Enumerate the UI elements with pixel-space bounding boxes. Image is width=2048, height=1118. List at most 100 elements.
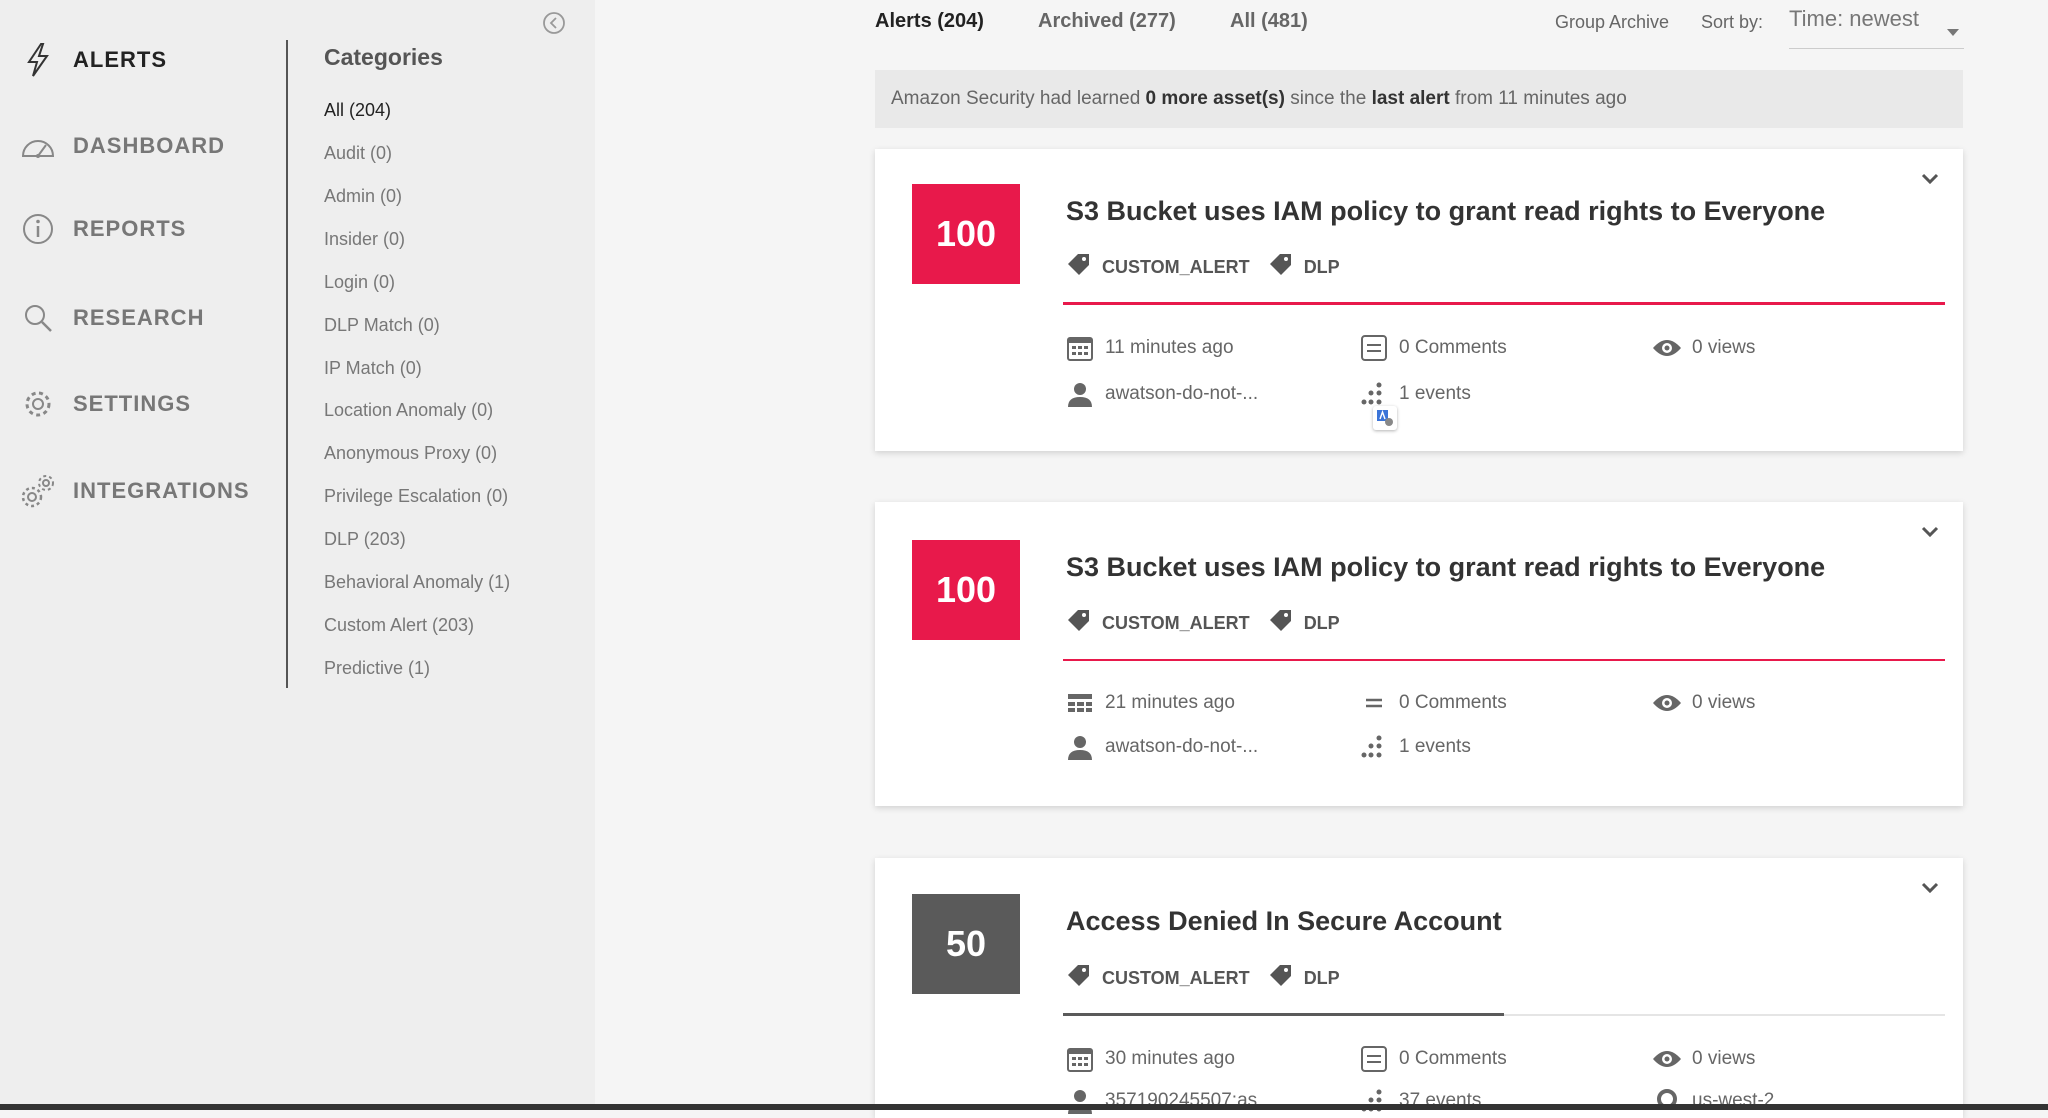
tag-row: CUSTOM_ALERT DLP xyxy=(1066,609,1358,638)
alert-title[interactable]: S3 Bucket uses IAM policy to grant read … xyxy=(1066,196,1825,227)
alert-time-text: 30 minutes ago xyxy=(1105,1048,1235,1069)
categories-title: Categories xyxy=(324,44,443,70)
category-item[interactable]: Behavioral Anomaly (1) xyxy=(324,572,510,593)
sort-value: Time: newest xyxy=(1789,6,1920,31)
nav-research[interactable]: RESEARCH xyxy=(20,296,204,340)
comments-text: 0 Comments xyxy=(1399,337,1507,358)
alert-time-text: 21 minutes ago xyxy=(1105,692,1235,713)
tag-dlp[interactable]: DLP xyxy=(1304,968,1340,989)
alert-user[interactable]: awatson-do-not-... xyxy=(1065,732,1258,762)
nav-research-label: RESEARCH xyxy=(73,305,205,330)
eye-icon xyxy=(1652,333,1682,363)
translate-icon[interactable] xyxy=(1373,406,1397,430)
notice-assets-count: 0 more asset(s) xyxy=(1145,88,1285,109)
category-item[interactable]: Login (0) xyxy=(324,272,395,293)
eye-icon xyxy=(1652,1044,1682,1074)
category-item[interactable]: Insider (0) xyxy=(324,229,405,250)
gear-icon xyxy=(20,386,56,422)
category-item[interactable]: Admin (0) xyxy=(324,186,402,207)
category-item[interactable]: DLP Match (0) xyxy=(324,315,440,336)
nav-dashboard[interactable]: DASHBOARD xyxy=(20,124,225,168)
alert-comments[interactable]: 0 Comments xyxy=(1359,688,1507,718)
nav-dashboard-label: DASHBOARD xyxy=(73,133,225,158)
alert-user[interactable]: 357190245507:as xyxy=(1065,1086,1257,1116)
notice-last-alert: last alert xyxy=(1371,88,1450,109)
alert-title[interactable]: Access Denied In Secure Account xyxy=(1066,906,1502,937)
nav-reports-label: REPORTS xyxy=(73,216,187,241)
group-archive-button[interactable]: Group Archive xyxy=(1555,12,1669,33)
comments-text: 0 Comments xyxy=(1399,692,1507,713)
tab-alerts[interactable]: Alerts (204) xyxy=(875,10,984,33)
nav-alerts-label: ALERTS xyxy=(73,47,167,72)
tag-icon xyxy=(1066,253,1090,282)
alert-events[interactable]: 1 events xyxy=(1359,379,1471,409)
nav-alerts[interactable]: ALERTS xyxy=(20,38,167,82)
assets-notice-banner: Amazon Security had learned 0 more asset… xyxy=(875,70,1963,128)
tag-row: CUSTOM_ALERT DLP xyxy=(1066,253,1358,282)
alert-time-text: 11 minutes ago xyxy=(1105,337,1234,358)
risk-score-badge: 50 xyxy=(912,894,1020,994)
calendar-icon xyxy=(1065,1044,1095,1074)
tag-dlp[interactable]: DLP xyxy=(1304,613,1340,634)
nav-settings-label: SETTINGS xyxy=(73,391,192,416)
alert-events[interactable]: 1 events xyxy=(1359,732,1471,762)
events-text: 1 events xyxy=(1399,383,1471,404)
tab-all[interactable]: All (481) xyxy=(1230,10,1308,33)
category-item[interactable]: IP Match (0) xyxy=(324,358,422,379)
alert-card[interactable]: 100 S3 Bucket uses IAM policy to grant r… xyxy=(875,149,1963,451)
alert-card[interactable]: 50 Access Denied In Secure Account CUSTO… xyxy=(875,858,1963,1118)
user-icon xyxy=(1065,1086,1095,1116)
calendar-icon xyxy=(1065,333,1095,363)
events-dots-icon xyxy=(1359,732,1389,762)
expand-chevron-icon[interactable] xyxy=(1919,524,1941,540)
nav-integrations[interactable]: INTEGRATIONS xyxy=(20,469,250,513)
tag-icon xyxy=(1066,609,1090,638)
tag-custom-alert[interactable]: CUSTOM_ALERT xyxy=(1102,968,1250,989)
alert-comments[interactable]: 0 Comments xyxy=(1359,1044,1507,1074)
sort-select[interactable]: Time: newest xyxy=(1789,6,1964,49)
tab-archived[interactable]: Archived (277) xyxy=(1038,10,1176,33)
tag-dlp[interactable]: DLP xyxy=(1304,257,1340,278)
alert-title[interactable]: S3 Bucket uses IAM policy to grant read … xyxy=(1066,552,1825,583)
expand-chevron-icon[interactable] xyxy=(1919,171,1941,187)
user-icon xyxy=(1065,379,1095,409)
alert-views: 0 views xyxy=(1652,688,1755,718)
user-text: awatson-do-not-... xyxy=(1105,736,1259,757)
severity-divider xyxy=(1063,1013,1504,1016)
category-item[interactable]: Custom Alert (203) xyxy=(324,615,474,636)
tag-custom-alert[interactable]: CUSTOM_ALERT xyxy=(1102,257,1250,278)
calendar-icon xyxy=(1065,688,1095,718)
expand-chevron-icon[interactable] xyxy=(1919,880,1941,896)
risk-score-badge: 100 xyxy=(912,540,1020,640)
bolt-icon xyxy=(20,42,56,78)
alert-user[interactable]: awatson-do-not-... xyxy=(1065,379,1258,409)
category-item[interactable]: Location Anomaly (0) xyxy=(324,400,493,421)
sidebar: ALERTS DASHBOARD REPORTS RESEARCH SETTIN… xyxy=(0,0,595,1105)
views-text: 0 views xyxy=(1692,1048,1756,1069)
events-text: 1 events xyxy=(1399,736,1471,757)
collapse-sidebar-icon[interactable] xyxy=(542,11,566,35)
category-item[interactable]: Predictive (1) xyxy=(324,658,430,679)
category-item[interactable]: All (204) xyxy=(324,100,391,121)
alert-comments[interactable]: 0 Comments xyxy=(1359,333,1507,363)
caret-down-icon xyxy=(1947,17,1959,43)
comment-icon xyxy=(1359,688,1389,718)
user-text: awatson-do-not-... xyxy=(1105,383,1259,404)
alert-card[interactable]: 100 S3 Bucket uses IAM policy to grant r… xyxy=(875,502,1963,806)
nav-reports[interactable]: REPORTS xyxy=(20,207,186,251)
alert-views: 0 views xyxy=(1652,333,1755,363)
events-dots-icon xyxy=(1359,379,1389,409)
nav-settings[interactable]: SETTINGS xyxy=(20,382,191,426)
notice-text: from 11 minutes ago xyxy=(1449,88,1627,109)
category-item[interactable]: DLP (203) xyxy=(324,529,406,550)
alert-events[interactable]: 37 events xyxy=(1359,1086,1481,1116)
category-item[interactable]: Anonymous Proxy (0) xyxy=(324,443,497,464)
category-item[interactable]: Audit (0) xyxy=(324,143,392,164)
severity-divider xyxy=(1063,659,1945,661)
events-dots-icon xyxy=(1359,1086,1389,1116)
alert-views: 0 views xyxy=(1652,1044,1755,1074)
tag-custom-alert[interactable]: CUSTOM_ALERT xyxy=(1102,613,1250,634)
views-text: 0 views xyxy=(1692,337,1756,358)
notice-text: Amazon Security had learned xyxy=(891,88,1146,109)
category-item[interactable]: Privilege Escalation (0) xyxy=(324,486,508,507)
